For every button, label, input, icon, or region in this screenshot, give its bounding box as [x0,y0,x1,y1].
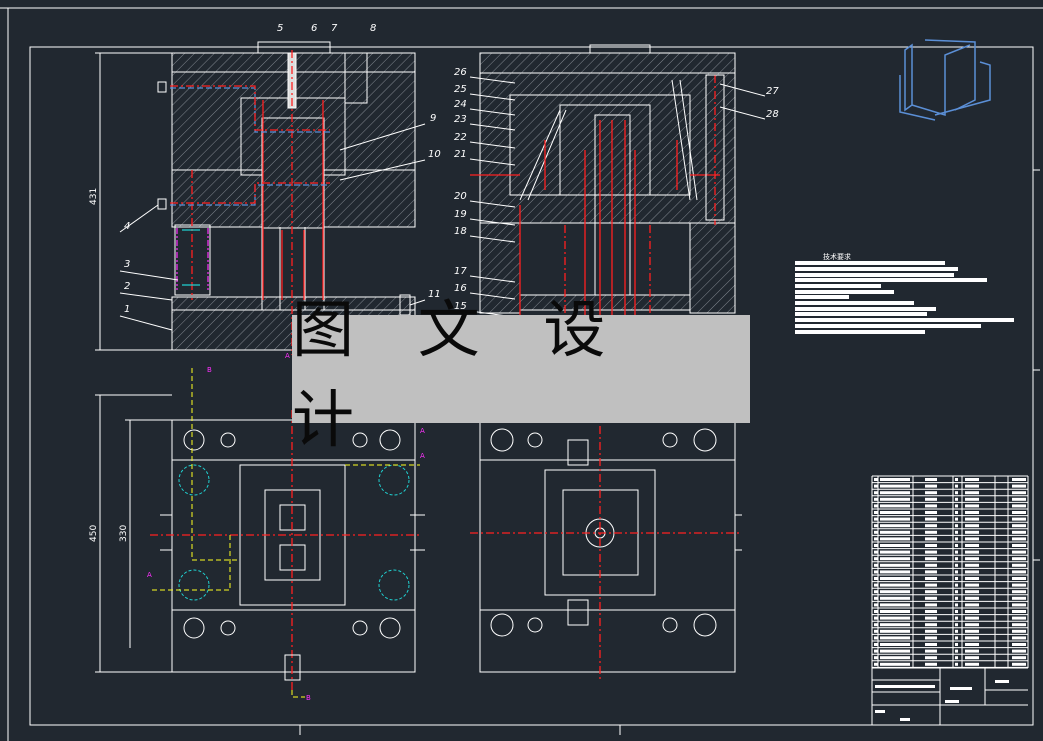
dimension-431: 431 [89,188,99,205]
dimension-450: 450 [89,525,99,542]
part-label: 17 [454,266,467,277]
part-label: 21 [454,149,467,160]
watermark-banner: 图 文 设 计 [292,293,750,456]
technical-requirements: 技术要求 [795,252,1014,334]
part-label: 6 [311,23,317,34]
part-label: 28 [766,109,779,120]
title-block [871,475,1029,726]
dimension-330: 330 [119,525,129,542]
part-label: 18 [454,226,467,237]
tech-requirements-title: 技术要求 [823,252,851,261]
part-label: 10 [428,149,441,160]
section-marker: A [147,571,152,579]
section-marker: A [285,352,290,360]
part-label: 20 [454,191,467,202]
3d-part-icon [899,39,991,121]
part-label: 27 [766,86,779,97]
section-marker: B [207,366,212,374]
part-label: 19 [454,209,467,220]
right-section-view [470,44,736,315]
watermark-text: 图 文 设 计 [292,293,628,456]
part-label: 8 [370,23,376,34]
part-label: 24 [454,99,467,110]
part-label: 1 [124,304,130,315]
part-label: 7 [331,23,338,34]
part-label: 26 [454,67,467,78]
part-label: 3 [124,259,130,270]
part-label: 23 [454,114,467,125]
part-label: 9 [430,113,436,124]
section-marker: B [306,694,311,702]
part-label: 2 [124,281,130,292]
part-label: 5 [277,23,283,34]
part-label: 22 [454,132,467,143]
part-label: 25 [454,84,467,95]
